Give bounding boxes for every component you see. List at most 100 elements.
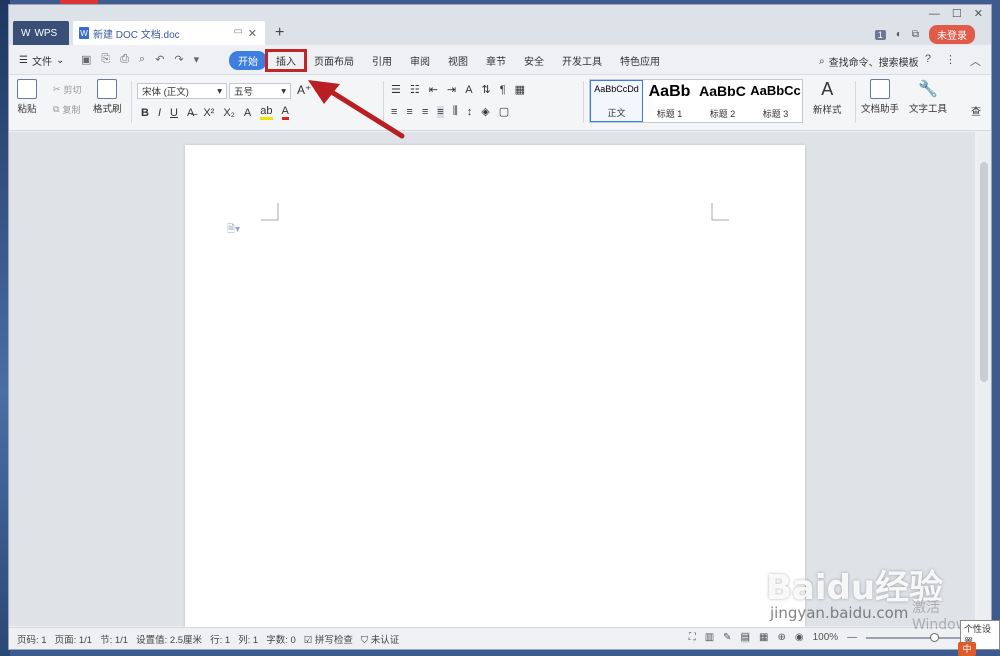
- read-mode-icon[interactable]: ▥: [705, 632, 714, 643]
- document-canvas: 🗎▾: [9, 132, 975, 635]
- bold-icon[interactable]: B: [141, 107, 149, 119]
- file-menu[interactable]: ☰ 文件 ⌄: [19, 53, 64, 68]
- tab-features[interactable]: 特色应用: [611, 51, 669, 70]
- scrollbar-thumb[interactable]: [980, 162, 988, 382]
- style-heading-2[interactable]: AaBbC 标题 2: [696, 80, 749, 122]
- tab-page-layout[interactable]: 页面布局: [305, 51, 363, 70]
- login-button[interactable]: 未登录: [929, 25, 975, 44]
- zoom-slider-knob[interactable]: [930, 632, 940, 642]
- edit-icon[interactable]: ✎: [723, 632, 731, 643]
- quick-access-toolbar: ▣ ⎘ ⎙ ⌕ ↶ ↷ ▾: [81, 53, 199, 66]
- paragraph-options-icon[interactable]: 🗎▾: [227, 222, 240, 239]
- tab-view[interactable]: 视图: [439, 51, 477, 70]
- copy-button[interactable]: ⧉ 复制: [53, 103, 80, 116]
- cut-button[interactable]: ✂ 剪切: [53, 83, 82, 96]
- tab-references[interactable]: 引用: [363, 51, 401, 70]
- new-tab-button[interactable]: +: [275, 24, 284, 42]
- style-normal[interactable]: AaBbCcDd 正文: [590, 80, 643, 122]
- status-word-count[interactable]: 字数: 0: [266, 632, 296, 646]
- style-label: 标题 1: [656, 109, 683, 119]
- zoom-value[interactable]: 100%: [813, 632, 839, 643]
- web-view-icon[interactable]: ⊕: [777, 632, 785, 643]
- shading-icon[interactable]: ◈: [481, 105, 489, 118]
- paste-button[interactable]: 粘贴: [17, 79, 37, 115]
- show-marks-icon[interactable]: ¶: [500, 84, 506, 96]
- decrease-indent-icon[interactable]: ⇤: [429, 83, 438, 96]
- page-view-icon[interactable]: ▤: [740, 632, 750, 643]
- search-icon: ⌕: [819, 56, 825, 67]
- doc-helper-button[interactable]: 文档助手: [861, 79, 899, 115]
- italic-icon[interactable]: I: [158, 107, 161, 119]
- chinese-layout-icon[interactable]: A: [465, 84, 472, 96]
- brush-icon: [97, 79, 118, 99]
- close-icon[interactable]: ✕: [248, 27, 257, 40]
- subscript-icon[interactable]: X₂: [223, 107, 235, 119]
- scissors-icon: ✂: [53, 84, 61, 94]
- share-icon[interactable]: ⧉: [912, 29, 919, 40]
- align-right-icon[interactable]: ≡: [422, 106, 428, 118]
- menu-bar: ☰ 文件 ⌄ ▣ ⎘ ⎙ ⌕ ↶ ↷ ▾ 开始 插入 页面布局 引用 审阅 视图…: [9, 45, 991, 75]
- preview-icon[interactable]: ⌕: [139, 53, 145, 66]
- text-tools-button[interactable]: 🔧 文字工具: [909, 79, 947, 115]
- quick-dropdown-icon[interactable]: ▾: [194, 53, 200, 66]
- line-spacing-icon[interactable]: ↕: [467, 106, 473, 118]
- justify-icon[interactable]: ≡: [437, 105, 444, 118]
- outline-view-icon[interactable]: ▦: [759, 632, 768, 643]
- tab-developer[interactable]: 开发工具: [553, 51, 611, 70]
- font-name-select[interactable]: 宋体 (正文) ▾: [137, 83, 227, 99]
- format-painter-button[interactable]: 格式刷: [93, 79, 122, 115]
- increase-indent-icon[interactable]: ⇥: [447, 83, 456, 96]
- strikethrough-icon[interactable]: A̶: [187, 107, 194, 119]
- highlight-icon[interactable]: ab: [260, 105, 273, 120]
- sort-icon[interactable]: ⇅: [482, 83, 491, 96]
- save-icon[interactable]: ▣: [81, 53, 91, 66]
- tab-security[interactable]: 安全: [515, 51, 553, 70]
- auth-status[interactable]: ⛉ 未认证: [361, 632, 399, 646]
- table-icon[interactable]: ▦: [515, 83, 525, 96]
- tab-pin-icon[interactable]: ▭: [234, 26, 243, 37]
- find-button[interactable]: 查: [971, 103, 981, 118]
- minimize-icon[interactable]: —: [929, 8, 940, 20]
- tab-review[interactable]: 审阅: [401, 51, 439, 70]
- tab-insert[interactable]: 插入: [265, 49, 307, 72]
- ime-tray-icon[interactable]: 中: [958, 642, 976, 656]
- tab-chapter[interactable]: 章节: [477, 51, 515, 70]
- spellcheck-button[interactable]: ☑ 拼写检查: [304, 632, 353, 646]
- command-search[interactable]: ⌕ 查找命令、搜索模板: [819, 54, 919, 69]
- tab-wps-home[interactable]: W WPS: [13, 21, 69, 45]
- new-style-button[interactable]: A 新样式: [813, 79, 842, 116]
- style-sample: AaBbCcDd: [594, 84, 639, 94]
- help-icon[interactable]: ?: [925, 53, 931, 69]
- font-color-icon[interactable]: A: [281, 105, 289, 120]
- border-icon[interactable]: ▢: [499, 105, 509, 118]
- tab-start[interactable]: 开始: [229, 51, 267, 70]
- underline-icon[interactable]: U: [170, 107, 178, 119]
- skin-icon[interactable]: ◐: [896, 29, 902, 40]
- vertical-scrollbar[interactable]: [977, 132, 991, 626]
- style-heading-1[interactable]: AaBb 标题 1: [643, 80, 696, 122]
- collapse-ribbon-icon[interactable]: ︿: [970, 53, 981, 69]
- print-icon[interactable]: ⎙: [120, 53, 129, 66]
- fullscreen-icon[interactable]: ⛶: [689, 632, 696, 643]
- numbered-list-icon[interactable]: ☷: [410, 83, 420, 96]
- eye-protect-icon[interactable]: ◉: [795, 632, 804, 643]
- style-heading-3[interactable]: AaBbCc 标题 3: [749, 80, 802, 122]
- tab-document[interactable]: W 新建 DOC 文档.doc ▭ ✕: [73, 21, 265, 45]
- window-close-icon[interactable]: ✕: [974, 7, 983, 20]
- maximize-icon[interactable]: ☐: [952, 7, 962, 20]
- document-page[interactable]: 🗎▾: [185, 145, 805, 635]
- undo-icon[interactable]: ↶: [155, 53, 164, 66]
- page-count-badge[interactable]: 1: [874, 29, 886, 40]
- superscript-icon[interactable]: X²: [203, 107, 214, 119]
- distribute-icon[interactable]: ⫼: [453, 105, 458, 118]
- clipboard-icon: [17, 79, 37, 99]
- text-effect-icon[interactable]: A: [244, 107, 251, 119]
- redo-icon[interactable]: ↷: [174, 53, 183, 66]
- font-size-select[interactable]: 五号 ▾: [229, 83, 291, 99]
- font-size-value: 五号: [234, 87, 254, 98]
- format-painter-label: 格式刷: [93, 104, 122, 115]
- zoom-out-icon[interactable]: —: [847, 632, 857, 643]
- export-icon[interactable]: ⎘: [101, 53, 110, 66]
- more-icon[interactable]: ⋮: [945, 53, 956, 69]
- zoom-slider[interactable]: [866, 632, 967, 642]
